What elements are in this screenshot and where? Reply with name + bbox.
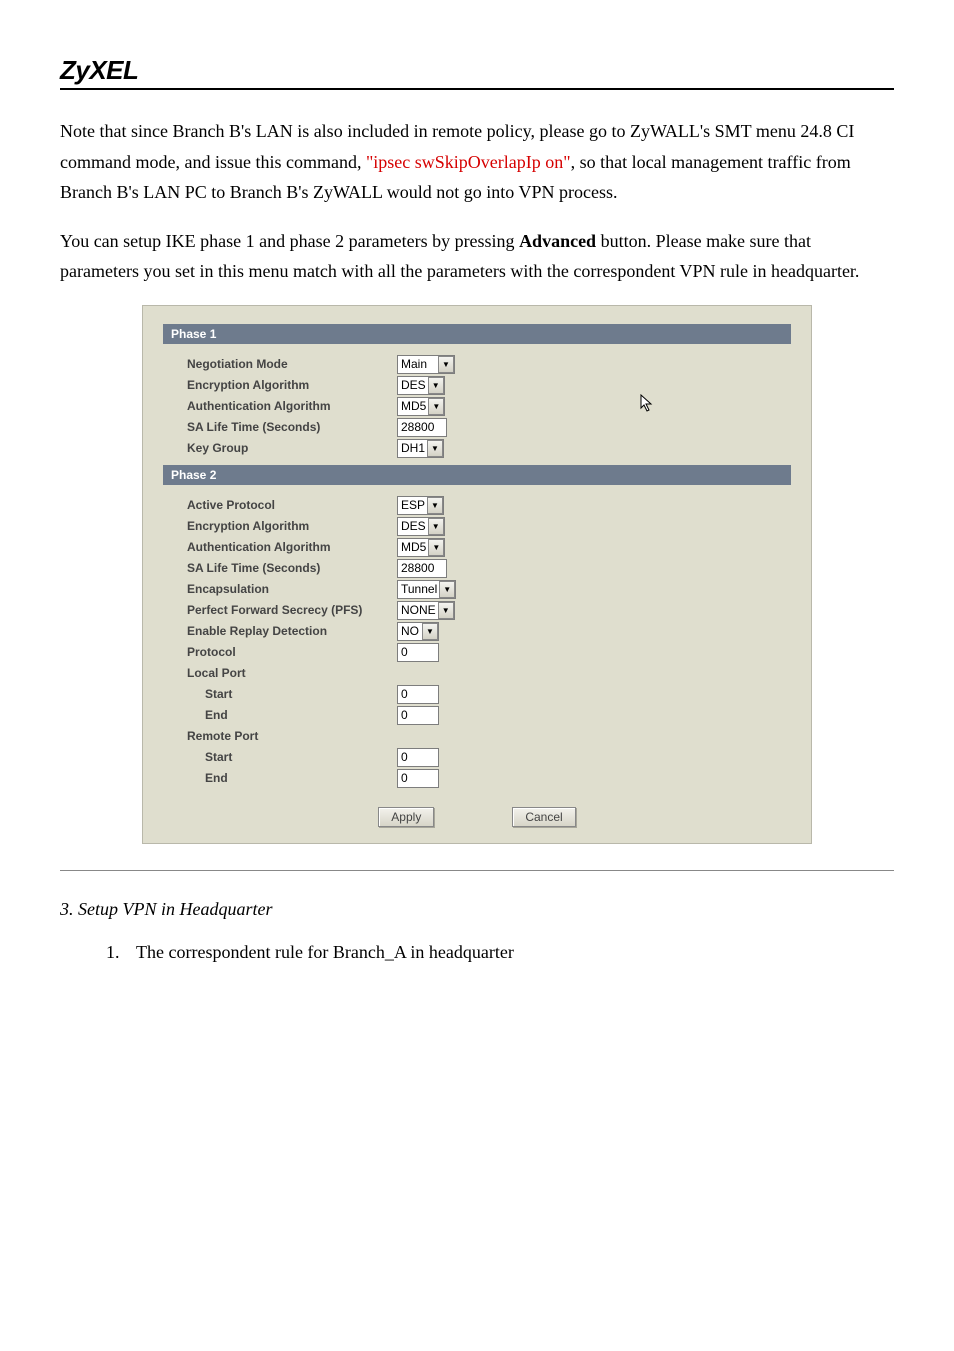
p2-encap-label: Encapsulation bbox=[187, 582, 397, 596]
divider-top bbox=[60, 88, 894, 90]
note-paragraph-1: Note that since Branch B's LAN is also i… bbox=[60, 116, 894, 208]
remote-start-label: Start bbox=[187, 750, 397, 764]
para2-text-a: You can setup IKE phase 1 and phase 2 pa… bbox=[60, 231, 519, 251]
p2-encryption-label: Encryption Algorithm bbox=[187, 519, 397, 533]
p1-auth-value: MD5 bbox=[401, 399, 426, 413]
local-start-input[interactable] bbox=[397, 685, 439, 704]
p2-protocol-value: ESP bbox=[401, 498, 425, 512]
p2-salife-label: SA Life Time (Seconds) bbox=[187, 561, 397, 575]
chevron-down-icon: ▼ bbox=[428, 518, 444, 535]
negotiation-mode-label: Negotiation Mode bbox=[187, 357, 397, 371]
p1-auth-select[interactable]: MD5▼ bbox=[397, 397, 445, 416]
chevron-down-icon: ▼ bbox=[422, 623, 438, 640]
note-paragraph-2: You can setup IKE phase 1 and phase 2 pa… bbox=[60, 226, 894, 287]
local-end-input[interactable] bbox=[397, 706, 439, 725]
p2-pfs-value: NONE bbox=[401, 603, 436, 617]
local-end-label: End bbox=[187, 708, 397, 722]
chevron-down-icon: ▼ bbox=[427, 440, 443, 457]
chevron-down-icon: ▼ bbox=[427, 497, 443, 514]
p1-encryption-select[interactable]: DES▼ bbox=[397, 376, 445, 395]
p2-salife-input[interactable] bbox=[397, 559, 447, 578]
phase2-header: Phase 2 bbox=[163, 465, 791, 485]
mouse-cursor-icon bbox=[640, 394, 656, 414]
remote-start-input[interactable] bbox=[397, 748, 439, 767]
negotiation-mode-value: Main bbox=[401, 357, 427, 371]
chevron-down-icon: ▼ bbox=[428, 539, 444, 556]
p2-replay-select[interactable]: NO▼ bbox=[397, 622, 439, 641]
list-number: 1. bbox=[106, 942, 136, 963]
chevron-down-icon: ▼ bbox=[439, 581, 455, 598]
advanced-label: Advanced bbox=[519, 231, 596, 251]
p2-pfs-label: Perfect Forward Secrecy (PFS) bbox=[187, 603, 397, 617]
p2-encap-value: Tunnel bbox=[401, 582, 437, 596]
cancel-button[interactable]: Cancel bbox=[512, 807, 575, 827]
p2-encap-select[interactable]: Tunnel▼ bbox=[397, 580, 456, 599]
p1-encryption-label: Encryption Algorithm bbox=[187, 378, 397, 392]
list-text: The correspondent rule for Branch_A in h… bbox=[136, 942, 514, 962]
p1-keygroup-value: DH1 bbox=[401, 441, 425, 455]
p2-auth-value: MD5 bbox=[401, 540, 426, 554]
p2-auth-label: Authentication Algorithm bbox=[187, 540, 397, 554]
p2-replay-value: NO bbox=[401, 624, 419, 638]
command-text: "ipsec swSkipOverlapIp on" bbox=[366, 152, 571, 172]
divider-bottom bbox=[60, 870, 894, 871]
p1-auth-label: Authentication Algorithm bbox=[187, 399, 397, 413]
vpn-advanced-panel: Phase 1 Negotiation Mode Main▼ Encryptio… bbox=[142, 305, 812, 844]
p2-encryption-select[interactable]: DES▼ bbox=[397, 517, 445, 536]
local-start-label: Start bbox=[187, 687, 397, 701]
chevron-down-icon: ▼ bbox=[438, 602, 454, 619]
remote-end-input[interactable] bbox=[397, 769, 439, 788]
chevron-down-icon: ▼ bbox=[428, 377, 444, 394]
section-3-heading: 3. Setup VPN in Headquarter bbox=[60, 899, 894, 920]
brand-logo: ZyXEL bbox=[60, 55, 894, 86]
p2-protocol-select[interactable]: ESP▼ bbox=[397, 496, 444, 515]
p2-ipproto-input[interactable] bbox=[397, 643, 439, 662]
p1-salife-label: SA Life Time (Seconds) bbox=[187, 420, 397, 434]
remote-end-label: End bbox=[187, 771, 397, 785]
p1-salife-input[interactable] bbox=[397, 418, 447, 437]
p2-protocol-label: Active Protocol bbox=[187, 498, 397, 512]
p2-encryption-value: DES bbox=[401, 519, 426, 533]
chevron-down-icon: ▼ bbox=[438, 356, 454, 373]
p2-replay-label: Enable Replay Detection bbox=[187, 624, 397, 638]
p2-pfs-select[interactable]: NONE▼ bbox=[397, 601, 455, 620]
p1-encryption-value: DES bbox=[401, 378, 426, 392]
apply-button[interactable]: Apply bbox=[378, 807, 434, 827]
p1-keygroup-label: Key Group bbox=[187, 441, 397, 455]
p2-auth-select[interactable]: MD5▼ bbox=[397, 538, 445, 557]
negotiation-mode-select[interactable]: Main ▼ bbox=[397, 355, 455, 374]
p2-ipproto-label: Protocol bbox=[187, 645, 397, 659]
p1-keygroup-select[interactable]: DH1▼ bbox=[397, 439, 444, 458]
section-3-list-item-1: 1.The correspondent rule for Branch_A in… bbox=[106, 942, 894, 963]
chevron-down-icon: ▼ bbox=[428, 398, 444, 415]
phase1-header: Phase 1 bbox=[163, 324, 791, 344]
remote-port-label: Remote Port bbox=[187, 729, 397, 743]
local-port-label: Local Port bbox=[187, 666, 397, 680]
